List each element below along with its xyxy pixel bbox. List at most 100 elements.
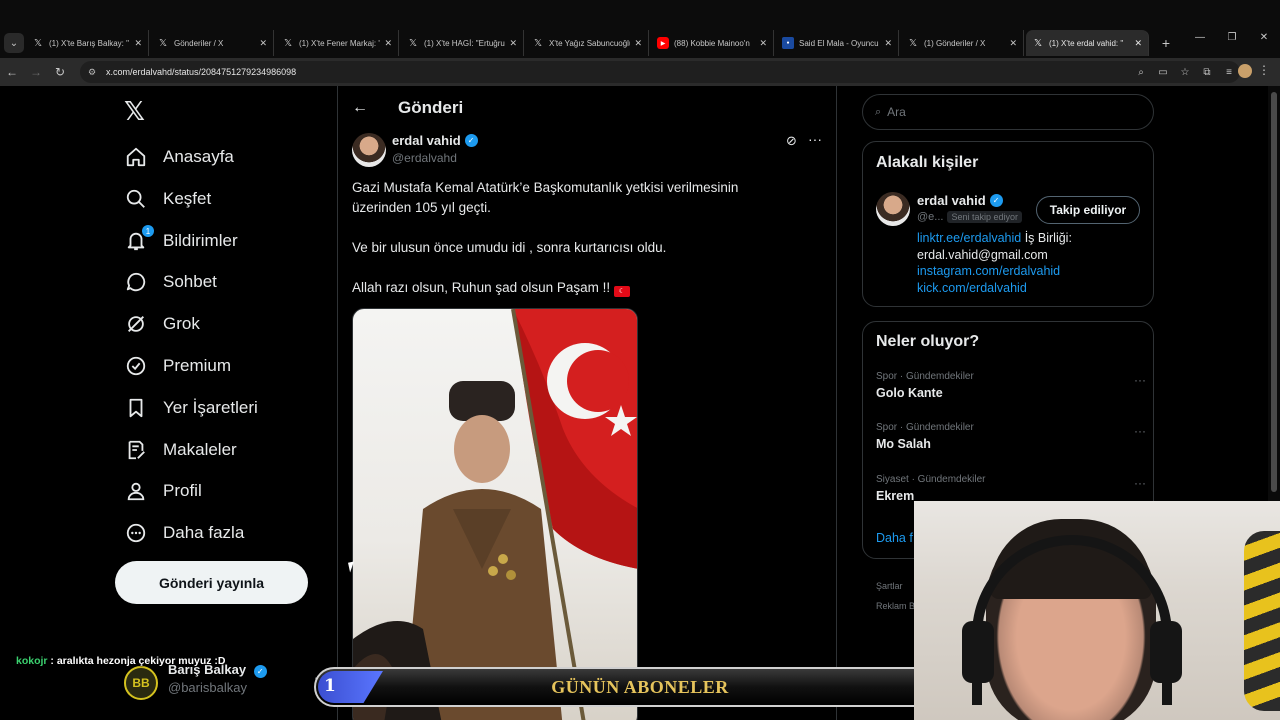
- post-button[interactable]: Gönderi yayınla: [115, 561, 308, 604]
- tweet-avatar[interactable]: [352, 133, 386, 167]
- window-close-icon[interactable]: ✕: [1248, 32, 1280, 43]
- headphone-cup-right: [1150, 621, 1182, 683]
- main-column: ← Gönderi erdal vahid ✓ @erdalvahd ⊘ ··· …: [337, 86, 837, 720]
- bio-link[interactable]: kick.com/erdalvahid: [917, 281, 1027, 295]
- nav-item-profile[interactable]: Profil: [124, 472, 202, 510]
- browser-tab-active[interactable]: 𝕏 (1) X'te erdal vahid: " ✕: [1026, 30, 1149, 56]
- tweet-image[interactable]: [352, 308, 638, 720]
- tab-title: (1) X'te Fener Markaj: ": [299, 38, 381, 48]
- browser-tab[interactable]: 𝕏 X'te Yağız Sabuncuoğlu ✕: [526, 30, 649, 56]
- url-field[interactable]: ⚙ x.com/erdalvahd/status/208475127923498…: [80, 61, 1240, 83]
- tab-title: (1) X'te Barış Balkay: ": [49, 38, 129, 48]
- post-header: ← Gönderi: [338, 86, 836, 130]
- browser-tab[interactable]: 𝕏 (1) Gönderiler / X ✕: [901, 30, 1024, 56]
- close-icon[interactable]: ✕: [259, 38, 267, 49]
- search-input[interactable]: ⌕ Ara: [862, 94, 1154, 130]
- footer-link[interactable]: Reklam B: [876, 596, 915, 616]
- notification-badge: 1: [142, 225, 154, 237]
- page-title: Gönderi: [398, 98, 464, 117]
- grok-icon[interactable]: ⊘: [786, 133, 802, 149]
- nav-item-home[interactable]: Anasayfa: [124, 138, 234, 176]
- back-icon[interactable]: ←: [0, 65, 24, 79]
- nav-item-premium[interactable]: Premium: [124, 347, 231, 385]
- more-dots-icon[interactable]: ···: [1134, 476, 1146, 490]
- site-info-icon[interactable]: ⚙: [88, 67, 102, 78]
- bio-link[interactable]: instagram.com/erdalvahid: [917, 264, 1060, 278]
- browser-tab[interactable]: 𝕏 (1) X'te Barış Balkay: " ✕: [26, 30, 149, 56]
- chat-username: kokojr: [16, 655, 48, 667]
- close-icon[interactable]: ✕: [509, 38, 517, 49]
- browser-tab[interactable]: ▶ (88) Kobbie Mainoo'n ✕: [651, 30, 774, 56]
- nav-item-more[interactable]: Daha fazla: [124, 514, 244, 552]
- forward-icon[interactable]: →: [24, 65, 48, 79]
- tweet-paragraph: Gazi Mustafa Kemal Atatürk’e Başkomutanl…: [352, 180, 739, 215]
- trend-item[interactable]: Spor · Gündemdekiler Golo Kante ···: [876, 371, 1146, 411]
- following-button[interactable]: Takip ediliyor: [1036, 196, 1140, 224]
- reload-icon[interactable]: ↻: [48, 65, 72, 79]
- browser-profile-avatar[interactable]: [1238, 64, 1252, 78]
- nav-label: Makaleler: [163, 440, 237, 459]
- footer-link[interactable]: Şartlar: [876, 576, 915, 596]
- browser-tab[interactable]: ● Said El Mala - Oyuncu ✕: [776, 30, 899, 56]
- url-text: x.com/erdalvahd/status/20847512792349860…: [106, 67, 297, 77]
- trend-item[interactable]: Spor · Gündemdekiler Mo Salah ···: [876, 422, 1146, 462]
- left-sidebar: 𝕏 Anasayfa Keşfet 1 Bildirimler Sohbet G…: [114, 86, 336, 720]
- extensions-icon[interactable]: ⧉: [1196, 67, 1218, 78]
- restore-icon[interactable]: ❐: [1216, 32, 1248, 43]
- show-more-link[interactable]: Daha f: [876, 531, 913, 545]
- browser-tab[interactable]: 𝕏 Gönderiler / X ✕: [151, 30, 274, 56]
- home-icon: [124, 145, 148, 169]
- avatar[interactable]: [876, 192, 910, 226]
- nav-item-bookmarks[interactable]: Yer İşaretleri: [124, 389, 258, 427]
- zoom-icon[interactable]: ⌕: [1130, 67, 1152, 78]
- tweet-author[interactable]: erdal vahid ✓: [392, 133, 478, 148]
- profile-icon: [124, 479, 148, 503]
- trend-meta: Siyaset · Gündemdekiler: [876, 474, 986, 485]
- tab-search-icon[interactable]: ⌄: [4, 33, 24, 53]
- close-icon[interactable]: ✕: [1134, 38, 1142, 49]
- more-icon: [124, 521, 148, 545]
- cast-icon[interactable]: ▭: [1152, 67, 1174, 78]
- close-icon[interactable]: ✕: [759, 38, 767, 49]
- omnibox-tools: ⌕ ▭ ☆ ⧉ ≡: [1130, 61, 1240, 83]
- more-dots-icon[interactable]: ···: [1134, 373, 1146, 387]
- bio-link[interactable]: linktr.ee/erdalvahid: [917, 231, 1021, 245]
- more-dots-icon[interactable]: ···: [808, 131, 822, 147]
- nav-item-notifications[interactable]: 1 Bildirimler: [124, 222, 238, 260]
- tab-title: (1) X'te HAGİ: "Ertuğrul: [424, 38, 506, 48]
- trend-topic: Golo Kante: [876, 386, 943, 400]
- reading-list-icon[interactable]: ≡: [1218, 67, 1240, 78]
- tweet-text: Gazi Mustafa Kemal Atatürk’e Başkomutanl…: [352, 178, 792, 318]
- card-title: Neler oluyor?: [876, 333, 980, 350]
- window-controls: — ❐ ✕: [1184, 32, 1280, 43]
- x-logo-icon[interactable]: 𝕏: [124, 96, 154, 126]
- nav-item-articles[interactable]: Makaleler: [124, 431, 237, 469]
- tweet-handle[interactable]: @erdalvahd: [392, 151, 457, 165]
- close-icon[interactable]: ✕: [134, 38, 142, 49]
- headphone-cup-left: [962, 621, 994, 683]
- more-dots-icon[interactable]: ···: [1134, 424, 1146, 438]
- close-icon[interactable]: ✕: [384, 38, 392, 49]
- browser-tab[interactable]: 𝕏 (1) X'te Fener Markaj: " ✕: [276, 30, 399, 56]
- relevant-person-name[interactable]: erdal vahid ✓: [917, 193, 1003, 208]
- nav-item-chat[interactable]: Sohbet: [124, 263, 217, 301]
- nav-item-explore[interactable]: Keşfet: [124, 180, 211, 218]
- minimize-icon[interactable]: —: [1184, 32, 1216, 43]
- avatar: BB: [124, 666, 158, 700]
- browser-menu-icon[interactable]: ⋮: [1258, 63, 1270, 77]
- new-tab-icon[interactable]: +: [1155, 35, 1177, 51]
- back-arrow-icon[interactable]: ←: [352, 99, 372, 117]
- grok-icon: [124, 312, 148, 336]
- bookmark-star-icon[interactable]: ☆: [1174, 67, 1196, 78]
- close-icon[interactable]: ✕: [884, 38, 892, 49]
- nav-item-grok[interactable]: Grok: [124, 305, 200, 343]
- x-icon: 𝕏: [408, 37, 418, 49]
- search-placeholder: Ara: [887, 105, 906, 119]
- nav-label: Sohbet: [163, 272, 217, 291]
- scrollbar-thumb[interactable]: [1271, 92, 1277, 492]
- chat-text: : aralıkta hezonja çekiyor muyuz :D: [47, 655, 226, 667]
- account-switcher[interactable]: BB Barış Balkay ✓ @barisbalkay ···: [124, 662, 327, 706]
- close-icon[interactable]: ✕: [634, 38, 642, 49]
- browser-tab[interactable]: 𝕏 (1) X'te HAGİ: "Ertuğrul ✕: [401, 30, 524, 56]
- close-icon[interactable]: ✕: [1009, 38, 1017, 49]
